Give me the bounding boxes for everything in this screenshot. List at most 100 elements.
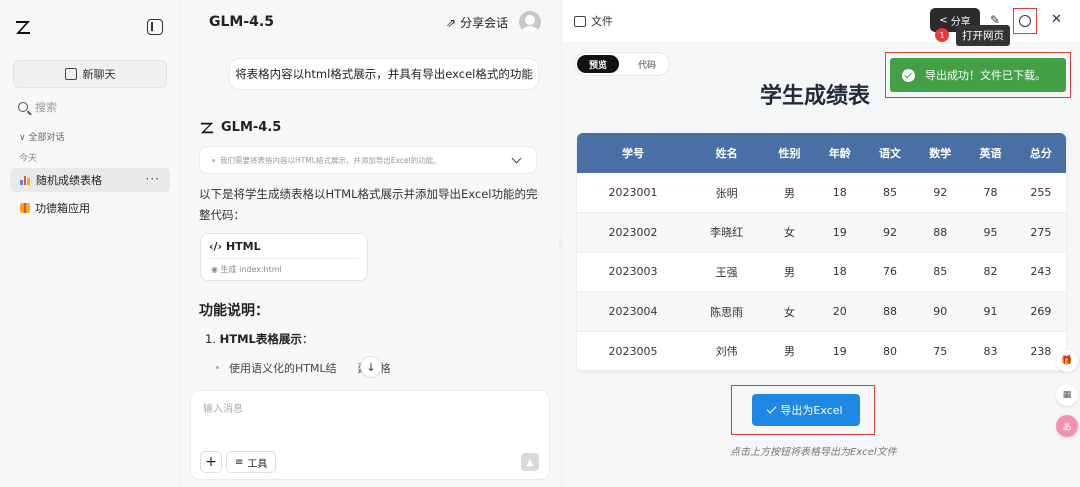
export-highlight: 导出为Excel	[731, 385, 875, 435]
code-card-status: ◉ 生成 index.html	[211, 265, 282, 274]
scroll-down-button[interactable]: ↓	[360, 356, 382, 378]
menu-icon: ≡	[235, 456, 244, 468]
table-cell: 275	[1015, 212, 1066, 253]
list-item: 1. HTML表格展示：	[205, 331, 313, 347]
gift-icon	[20, 203, 30, 213]
list-number: 1.	[205, 332, 216, 346]
table-cell: 女	[764, 291, 815, 332]
table-cell: 75	[915, 331, 966, 372]
model-name: GLM-4.5	[221, 120, 282, 135]
sidebar-item-grade-table[interactable]: 随机成绩表格 ···	[10, 168, 170, 192]
sidebar-item-label: 功德箱应用	[35, 202, 90, 215]
compass-icon	[1019, 15, 1031, 27]
table-cell: 张明	[688, 173, 765, 214]
share-conversation-button[interactable]: ⇗ 分享会话	[446, 14, 508, 31]
table-cell: 88	[915, 212, 966, 253]
new-chat-label: 新聊天	[82, 68, 116, 81]
tools-label: 工具	[247, 458, 268, 470]
search-input[interactable]: 搜索	[18, 99, 57, 115]
translate-icon[interactable]: あ	[1056, 415, 1078, 437]
grade-table: 学号 姓名 性别 年龄 语文 数学 英语 总分 2023001 张明 男 18 …	[577, 133, 1066, 372]
more-icon[interactable]: ···	[146, 172, 160, 186]
table-row: 2023003 王强 男 18 76 85 82 243	[577, 252, 1066, 293]
add-attachment-button[interactable]: +	[200, 451, 222, 473]
sidebar-item-label: 随机成绩表格	[36, 174, 102, 187]
table-cell: 男	[764, 252, 815, 293]
table-cell: 2023005	[577, 331, 689, 372]
gift-icon[interactable]: 🎁	[1056, 350, 1078, 372]
answer-text: 以下是将学生成绩表格以HTML格式展示并添加导出Excel功能的完整代码：	[199, 187, 538, 222]
column-header: 语文	[864, 133, 916, 173]
code-artifact-card[interactable]: ‹/› HTML ◉ 生成 index.html	[200, 233, 368, 281]
chart-icon	[20, 175, 30, 185]
preview-tabs: 预览 代码	[574, 52, 670, 76]
table-cell: 19	[814, 212, 865, 253]
code-card-title-text: HTML	[225, 240, 261, 253]
column-header: 年龄	[814, 133, 865, 173]
table-cell: 92	[915, 173, 966, 214]
column-header: 学号	[577, 133, 689, 173]
table-row: 2023005 刘伟 男 19 80 75 83 238	[577, 331, 1066, 372]
thinking-summary[interactable]: 我们需要将表格内容以HTML格式展示，并添加导出Excel的功能。	[199, 146, 537, 174]
code-icon: ‹/›	[209, 240, 223, 253]
export-label: 导出为Excel	[780, 404, 843, 417]
preview-panel: 文件 < 分享 ✎ ✕ 1 打开网页 预览 代码 学生成绩表 导出成功！文件已下…	[562, 0, 1080, 487]
table-cell: 陈思雨	[688, 291, 765, 332]
open-webpage-tooltip: 打开网页	[956, 25, 1010, 46]
table-cell: 90	[915, 291, 966, 332]
sidebar-item-merit-box[interactable]: 功德箱应用	[10, 196, 170, 220]
model-header: GLM-4.5	[199, 120, 281, 135]
export-excel-button[interactable]: 导出为Excel	[752, 394, 860, 426]
code-card-status-text: 生成 index.html	[220, 265, 282, 274]
chevron-down-icon[interactable]	[511, 153, 522, 164]
table-cell: 18	[814, 252, 865, 293]
table-header-row: 学号 姓名 性别 年龄 语文 数学 英语 总分	[577, 133, 1066, 173]
share-arrow-icon: ⇗	[446, 15, 457, 30]
table-cell: 82	[965, 252, 1016, 293]
tab-preview[interactable]: 预览	[577, 55, 619, 73]
terminal-icon	[574, 15, 586, 27]
share-icon: <	[939, 14, 948, 26]
open-webpage-button[interactable]	[1013, 8, 1037, 34]
zhipu-logo-icon[interactable]	[14, 18, 32, 36]
share-label: 分享会话	[460, 16, 509, 30]
all-conversations-label: 全部对话	[28, 133, 65, 143]
new-chat-button[interactable]: 新聊天	[13, 60, 167, 88]
all-conversations-toggle[interactable]: ∨ 全部对话	[19, 130, 64, 143]
table-cell: 78	[965, 173, 1016, 214]
send-button[interactable]: ▲	[521, 453, 539, 471]
tab-code[interactable]: 代码	[627, 55, 667, 73]
table-cell: 李晓红	[688, 212, 765, 253]
tools-button[interactable]: ≡ 工具	[226, 451, 277, 473]
zhipu-logo-icon	[200, 122, 214, 133]
code-card-title: ‹/› HTML	[209, 240, 261, 253]
table-cell: 269	[1015, 291, 1066, 332]
edit-icon	[64, 68, 77, 80]
table-cell: 18	[814, 173, 865, 214]
features-heading: 功能说明：	[199, 303, 269, 319]
table-cell: 女	[764, 212, 815, 253]
today-label: 今天	[19, 154, 38, 164]
table-cell: 88	[864, 291, 916, 332]
table-cell: 2023002	[577, 212, 689, 253]
grid-icon[interactable]: ▦	[1056, 384, 1078, 406]
table-cell: 85	[915, 252, 966, 293]
message-composer[interactable]: 输入消息 + ≡ 工具 ▲	[190, 390, 550, 480]
column-header: 姓名	[688, 133, 765, 173]
collapse-sidebar-icon[interactable]	[147, 19, 163, 35]
table-cell: 男	[764, 331, 815, 372]
thinking-text: 我们需要将表格内容以HTML格式展示，并添加导出Excel的功能。	[220, 155, 441, 165]
chat-panel: GLM-4.5 ⇗ 分享会话 将表格内容以html格式展示，并具有导出excel…	[181, 0, 561, 487]
table-cell: 20	[814, 291, 865, 332]
table-cell: 95	[965, 212, 1016, 253]
close-icon[interactable]: ✕	[1051, 12, 1062, 27]
table-cell: 83	[965, 331, 1016, 372]
avatar[interactable]	[519, 11, 541, 33]
column-header: 数学	[915, 133, 966, 173]
toast-highlight: 导出成功！文件已下载。	[885, 52, 1071, 98]
column-header: 性别	[764, 133, 815, 173]
file-label-text: 文件	[591, 15, 613, 28]
message-input-placeholder[interactable]: 输入消息	[203, 400, 243, 415]
list-item-title: HTML表格展示	[219, 332, 302, 346]
table-cell: 85	[864, 173, 916, 214]
